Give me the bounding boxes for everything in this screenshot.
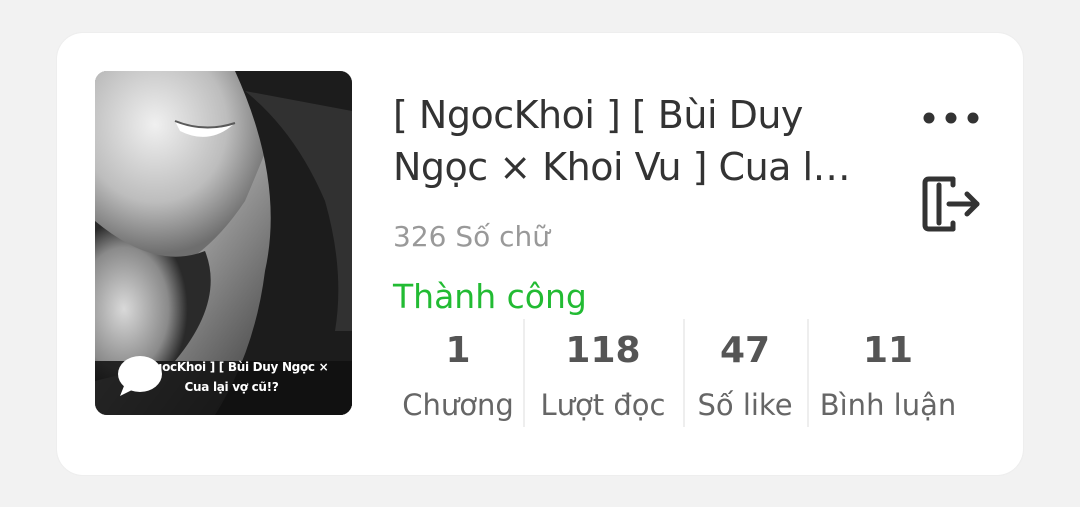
stats-row: 1 Chương 118 Lượt đọc 47 Số like 11 Bình…: [393, 319, 969, 429]
stat-reads: 118 Lượt đọc: [523, 319, 683, 429]
cover-caption: [ NgocKhoi ] [ Bùi Duy Ngọc × Khoi Vu ] …: [95, 357, 352, 397]
exit-icon: [922, 176, 980, 232]
cover-caption-line1: [ NgocKhoi ] [ Bùi Duy Ngọc × Khoi Vu ]: [135, 360, 328, 374]
stat-value: 118: [565, 330, 641, 371]
story-title[interactable]: [ NgocKhoi ] [ Bùi Duy Ngọc × Khoi Vu ] …: [393, 89, 863, 193]
stat-label: Số like: [697, 388, 793, 422]
story-card[interactable]: [ NgocKhoi ] [ Bùi Duy Ngọc × Khoi Vu ] …: [57, 33, 1023, 475]
stat-comments: 11 Bình luận: [807, 319, 969, 429]
stat-label: Chương: [402, 388, 514, 422]
word-count: 326 Số chữ: [393, 220, 551, 253]
stat-likes: 47 Số like: [683, 319, 807, 429]
status-text: Thành công: [393, 277, 587, 316]
story-cover[interactable]: [ NgocKhoi ] [ Bùi Duy Ngọc × Khoi Vu ] …: [95, 71, 352, 415]
cover-caption-line2: Cua lại vợ cũ!?: [184, 380, 279, 394]
more-horizontal-icon: [923, 112, 979, 124]
exit-button[interactable]: [919, 171, 985, 237]
stat-value: 11: [862, 330, 914, 371]
stat-value: 47: [719, 330, 771, 371]
stat-label: Bình luận: [819, 388, 957, 422]
stat-label: Lượt đọc: [540, 388, 666, 422]
stat-chapters: 1 Chương: [393, 319, 523, 429]
stat-value: 1: [445, 330, 471, 371]
more-options-button[interactable]: [919, 103, 983, 133]
